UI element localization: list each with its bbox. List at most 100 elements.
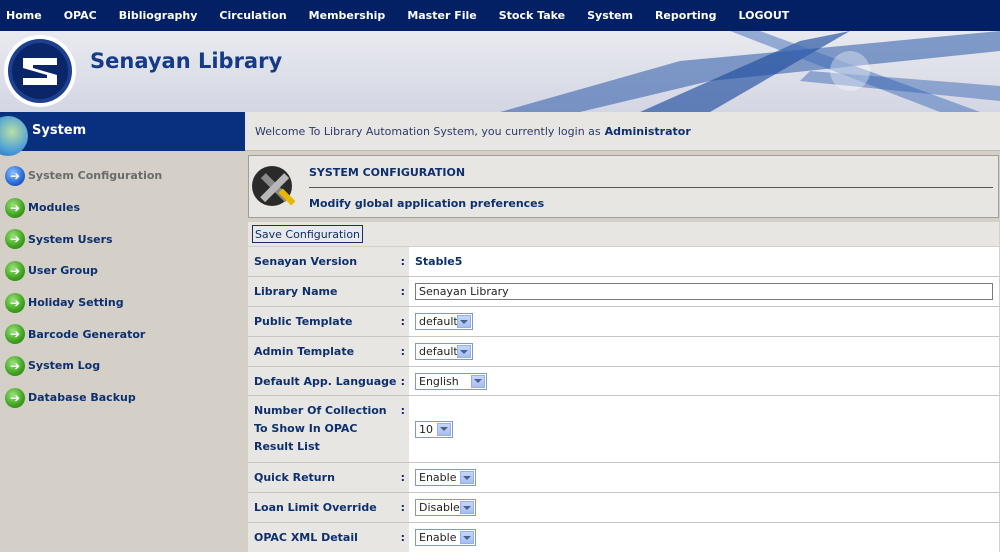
sidebar-item-label: System Users (28, 232, 113, 246)
nav-logout[interactable]: LOGOUT (738, 9, 789, 22)
nav-membership[interactable]: Membership (309, 9, 386, 22)
public-template-select[interactable]: default (415, 313, 473, 330)
save-bar: Save Configuration (248, 222, 999, 246)
library-name-input[interactable] (415, 283, 993, 300)
library-name-label: Library Name (254, 285, 338, 298)
field-label: Senayan Version : (248, 247, 409, 276)
field-value: English (409, 367, 999, 395)
opac-xml-label: OPAC XML Detail (254, 531, 358, 544)
loan-limit-select[interactable]: Disable (415, 499, 476, 516)
sidebar-item-system-users[interactable]: ➔ System Users (0, 223, 245, 255)
configuration-form: Senayan Version : Stable5 Library Name :… (248, 247, 999, 552)
nav-master-file[interactable]: Master File (407, 9, 476, 22)
field-value: 10 (409, 396, 999, 462)
label-colon: : (400, 471, 405, 484)
select-value: default (419, 345, 458, 358)
label-colon: : (400, 285, 405, 298)
form-row-quick-return: Quick Return : Enable (248, 463, 999, 493)
loan-limit-label: Loan Limit Override (254, 501, 377, 514)
field-value: Disable (409, 493, 999, 522)
label-colon: : (400, 531, 405, 544)
field-value: default (409, 307, 999, 336)
num-collection-select[interactable]: 10 (415, 420, 453, 438)
sidebar-item-user-group[interactable]: ➔ User Group (0, 255, 245, 287)
field-label: Admin Template : (248, 337, 409, 366)
sidebar-item-label: Modules (28, 201, 80, 215)
sidebar-item-label: Holiday Setting (28, 296, 124, 310)
sidebar: System ➔ System Configuration ➔ Modules … (0, 112, 245, 552)
sidebar-item-modules[interactable]: ➔ Modules (0, 192, 245, 224)
chevron-down-icon (437, 422, 451, 436)
arrow-right-icon: ➔ (5, 324, 25, 345)
current-user: Administrator (604, 124, 691, 138)
field-label: Public Template : (248, 307, 409, 336)
nav-system[interactable]: System (587, 9, 633, 22)
field-label: Loan Limit Override : (248, 493, 409, 522)
form-row-opac-xml: OPAC XML Detail : Enable (248, 523, 999, 552)
quick-return-select[interactable]: Enable (415, 469, 476, 486)
arrow-right-icon: ➔ (5, 387, 25, 408)
chevron-down-icon (457, 315, 471, 328)
sidebar-item-label: Database Backup (28, 391, 136, 405)
sidebar-header: System (0, 112, 245, 156)
field-value: Enable (409, 463, 999, 492)
opac-xml-select[interactable]: Enable (415, 529, 476, 546)
select-value: Enable (419, 531, 457, 544)
form-row-library-name: Library Name : (248, 277, 999, 307)
arrow-right-icon: ➔ (5, 197, 25, 218)
section-info-box: SYSTEM CONFIGURATION Modify global appli… (248, 155, 999, 218)
language-select[interactable]: English (415, 372, 487, 390)
sidebar-item-label: Barcode Generator (28, 327, 146, 341)
nav-circulation[interactable]: Circulation (219, 9, 286, 22)
nav-reporting[interactable]: Reporting (655, 9, 717, 22)
chevron-down-icon (471, 374, 485, 388)
chevron-down-icon (460, 531, 474, 544)
sidebar-item-barcode-generator[interactable]: ➔ Barcode Generator (0, 318, 245, 350)
sidebar-item-label: System Log (28, 359, 101, 373)
admin-template-select[interactable]: default (415, 343, 473, 360)
field-value (409, 277, 999, 306)
form-row-public-template: Public Template : default (248, 307, 999, 337)
form-row-loan-limit: Loan Limit Override : Disable (248, 493, 999, 523)
field-value: default (409, 337, 999, 366)
senayan-version-value: Stable5 (415, 255, 463, 268)
main-content: Welcome To Library Automation System, yo… (245, 112, 1000, 552)
select-value: Enable (419, 471, 457, 484)
banner-swoosh-graphic (500, 31, 1000, 112)
globe-icon (0, 116, 28, 156)
sidebar-item-holiday-setting[interactable]: ➔ Holiday Setting (0, 287, 245, 319)
nav-opac[interactable]: OPAC (64, 9, 97, 22)
nav-home[interactable]: Home (6, 9, 42, 22)
sidebar-menu: ➔ System Configuration ➔ Modules ➔ Syste… (0, 160, 245, 414)
sidebar-title: System (32, 123, 87, 138)
field-label: Library Name : (248, 277, 409, 306)
form-row-language: Default App. Language : English (248, 367, 999, 396)
title-divider (309, 187, 993, 188)
label-colon: : (400, 501, 405, 514)
label-colon: : (400, 345, 405, 358)
field-label: Number Of Collection To Show In OPAC Res… (248, 396, 409, 462)
form-row-version: Senayan Version : Stable5 (248, 247, 999, 277)
welcome-bar: Welcome To Library Automation System, yo… (245, 112, 1000, 151)
chevron-down-icon (460, 471, 474, 484)
label-colon: : (400, 315, 405, 328)
nav-bibliography[interactable]: Bibliography (119, 9, 198, 22)
save-configuration-button[interactable]: Save Configuration (252, 225, 363, 243)
field-label: Default App. Language : (248, 367, 409, 395)
sidebar-item-system-configuration[interactable]: ➔ System Configuration (0, 160, 245, 192)
arrow-right-icon: ➔ (5, 292, 25, 313)
arrow-right-icon: ➔ (5, 355, 25, 376)
form-row-admin-template: Admin Template : default (248, 337, 999, 367)
field-value: Stable5 (409, 247, 999, 276)
sidebar-item-database-backup[interactable]: ➔ Database Backup (0, 382, 245, 414)
top-navigation: Home OPAC Bibliography Circulation Membe… (0, 0, 1000, 31)
chevron-down-icon (460, 501, 474, 514)
nav-stock-take[interactable]: Stock Take (499, 9, 565, 22)
senayan-logo-icon (4, 35, 76, 107)
sidebar-item-label: User Group (28, 264, 98, 278)
sidebar-item-system-log[interactable]: ➔ System Log (0, 350, 245, 382)
field-value: Enable (409, 523, 999, 552)
select-value: Disable (419, 501, 460, 514)
arrow-right-icon: ➔ (5, 229, 25, 250)
label-colon: : (400, 255, 405, 268)
